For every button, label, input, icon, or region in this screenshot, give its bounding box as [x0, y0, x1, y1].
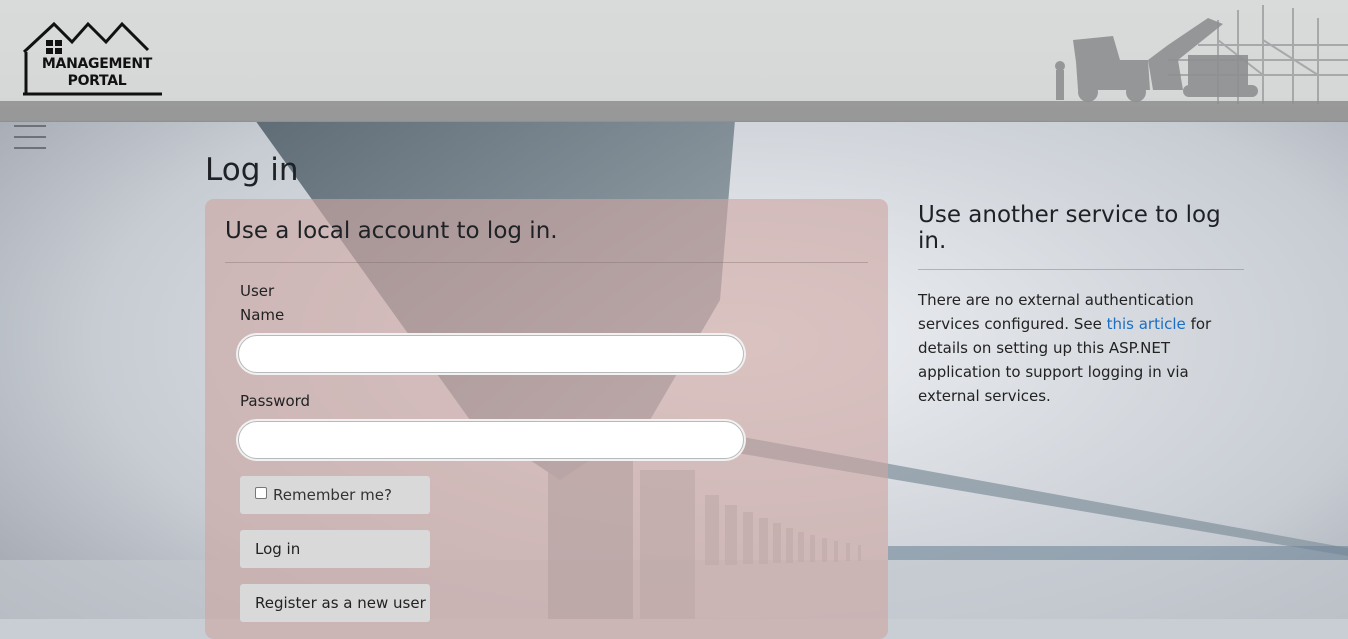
login-button[interactable]: Log in — [240, 530, 430, 568]
site-header: MANAGEMENT PORTAL — [0, 0, 1348, 122]
divider — [918, 269, 1244, 270]
username-label: User Name — [240, 282, 285, 324]
external-login-section: Use another service to log in. There are… — [918, 199, 1244, 408]
username-input[interactable] — [238, 335, 744, 373]
password-input[interactable] — [238, 421, 744, 459]
divider — [225, 262, 868, 263]
remember-me-checkbox-container[interactable]: Remember me? — [240, 476, 430, 514]
remember-me-checkbox[interactable] — [255, 487, 267, 499]
external-login-info: There are no external authentication ser… — [918, 291, 1212, 405]
header-bottom-band — [0, 101, 1348, 122]
register-button[interactable]: Register as a new user — [240, 584, 430, 622]
password-label: Password — [240, 392, 311, 410]
this-article-link[interactable]: this article — [1107, 315, 1186, 333]
construction-silhouette-image — [1055, 5, 1348, 104]
remember-me-label: Remember me? — [273, 486, 392, 504]
local-login-heading: Use a local account to log in. — [225, 218, 558, 244]
hamburger-menu-icon[interactable] — [14, 125, 46, 151]
logo-text: MANAGEMENT PORTAL — [41, 56, 153, 89]
external-login-heading: Use another service to log in. — [918, 202, 1221, 254]
local-login-panel: Use a local account to log in. User Name… — [205, 199, 888, 639]
page-title: Log in — [205, 152, 299, 188]
